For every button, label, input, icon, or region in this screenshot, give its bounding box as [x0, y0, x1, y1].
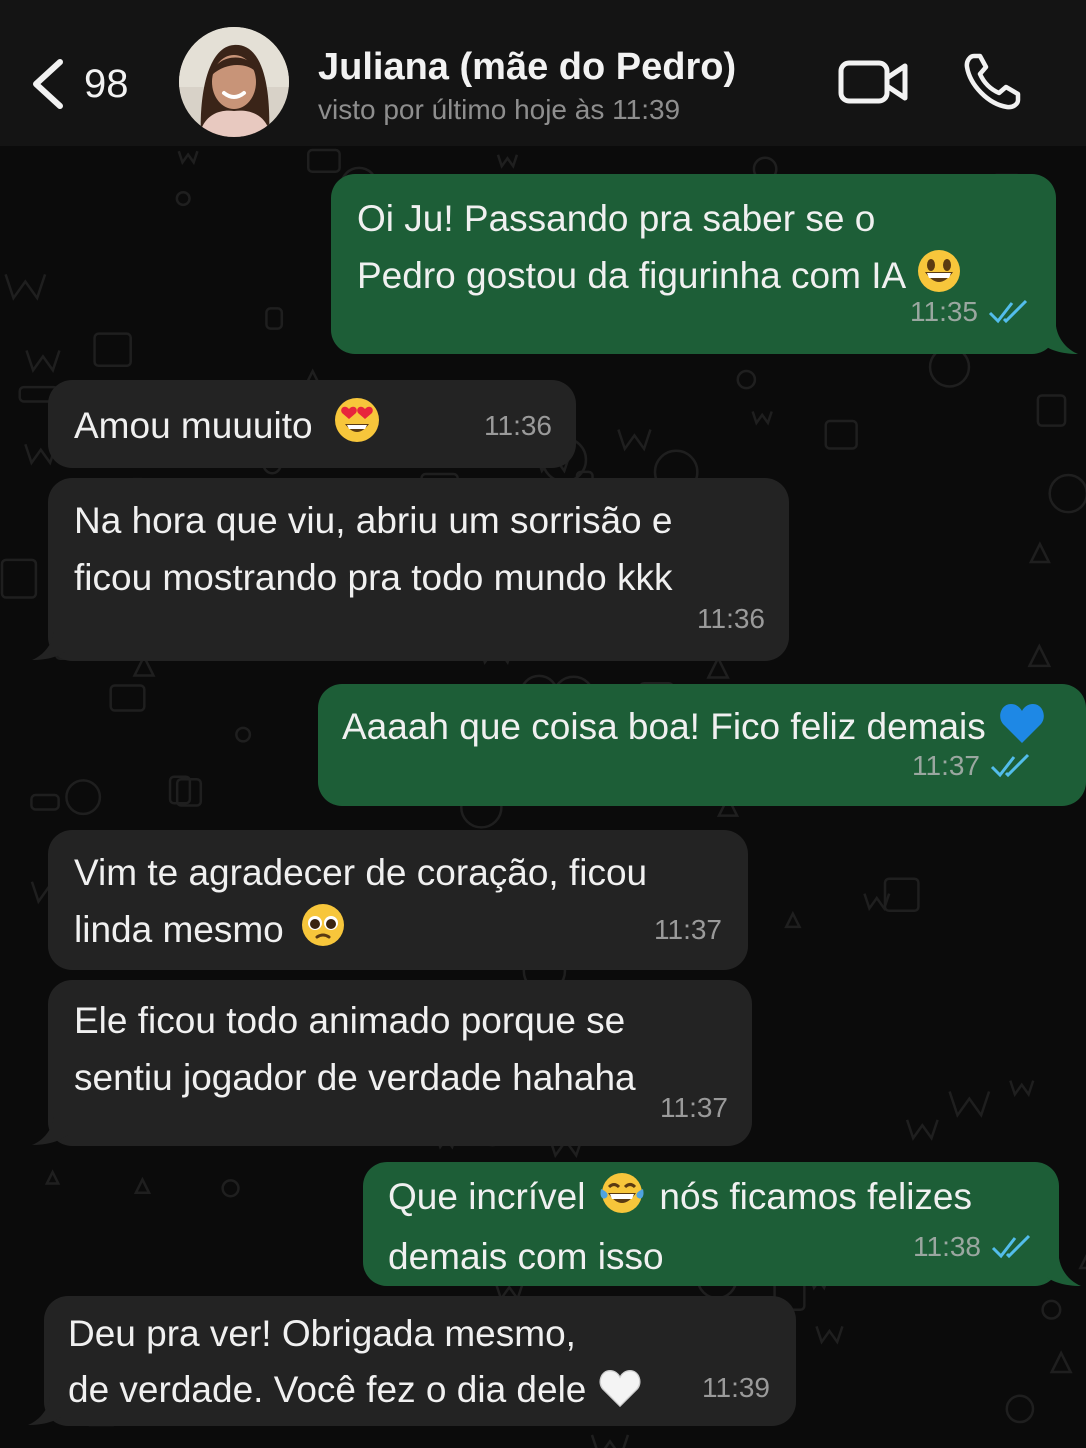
- bubble-tail: [1040, 326, 1078, 354]
- wallpaper-doodle: [30, 793, 60, 811]
- message-text: Na hora que viu, abriu um sorrisão e fic…: [74, 500, 673, 598]
- wallpaper-doodle: [784, 910, 802, 929]
- wallpaper-doodle: [751, 411, 773, 426]
- message-meta: 11:36: [697, 590, 765, 647]
- chevron-left-icon: [33, 59, 63, 109]
- message-incoming[interactable]: Amou muuuito 11:36: [48, 380, 576, 468]
- message-meta: 11:39: [702, 1360, 770, 1416]
- voice-call-button[interactable]: [962, 52, 1022, 112]
- wallpaper-doodle: [815, 1325, 844, 1345]
- message-text: Amou muuuito: [74, 405, 313, 446]
- white-heart-emoji: [598, 1368, 642, 1424]
- message-time: 11:38: [913, 1231, 981, 1262]
- wallpaper-doodle: [4, 274, 47, 301]
- message-text: Que incrível: [388, 1176, 586, 1217]
- heart-eyes-emoji: [333, 396, 381, 460]
- video-call-button[interactable]: [838, 56, 910, 108]
- wallpaper-doodle: [824, 419, 858, 450]
- wallpaper-doodle: [175, 190, 191, 207]
- wallpaper-doodle: [65, 779, 102, 816]
- wallpaper-doodle: [1048, 473, 1086, 514]
- message-text: Vim te agradecer de coração, ficou linda…: [74, 852, 648, 950]
- wallpaper-doodle: [1005, 1394, 1035, 1424]
- message-time: 11:37: [912, 750, 980, 781]
- back-button[interactable]: 98: [30, 52, 150, 116]
- chat-header: 98 Juliana (mãe do Pedro) visto por últi…: [0, 0, 1086, 146]
- message-meta: 11:37: [660, 1079, 728, 1136]
- wallpaper-doodle: [44, 1169, 61, 1185]
- wallpaper-doodle: [177, 150, 199, 166]
- tears-of-joy-emoji: [599, 1171, 645, 1230]
- message-time: 11:35: [910, 296, 978, 327]
- wallpaper-doodle: [235, 726, 252, 743]
- message-text: Aaaah que coisa boa! Fico feliz demais: [342, 706, 986, 747]
- unread-count: 98: [84, 61, 129, 106]
- message-outgoing[interactable]: Que incrível nós ficamos felizes demais …: [363, 1162, 1059, 1286]
- bubble-tail: [32, 632, 70, 660]
- wallpaper-doodle: [590, 1434, 630, 1448]
- video-camera-icon: [838, 60, 908, 104]
- wallpaper-doodle: [221, 1179, 240, 1198]
- message-time: 11:36: [484, 410, 552, 441]
- message-text: Deu pra ver! Obrigada mesmo, de verdade.…: [68, 1313, 587, 1410]
- message-time: 11:37: [654, 914, 722, 945]
- bubble-tail: [32, 1117, 70, 1145]
- message-outgoing[interactable]: Oi Ju! Passando pra saber se o Pedro gos…: [331, 174, 1056, 354]
- contact-name[interactable]: Juliana (mãe do Pedro): [318, 46, 736, 89]
- message-meta: 11:35: [910, 283, 1030, 340]
- message-incoming[interactable]: Vim te agradecer de coração, ficou linda…: [48, 830, 748, 970]
- bubble-tail: [28, 1397, 66, 1425]
- wallpaper-doodle: [905, 1119, 939, 1141]
- message-incoming[interactable]: Na hora que viu, abriu um sorrisão e fic…: [48, 478, 789, 661]
- message-meta: 11:38: [913, 1220, 1033, 1274]
- wallpaper-doodle: [109, 684, 146, 712]
- message-time: 11:39: [702, 1372, 770, 1403]
- wallpaper-doodle: [306, 148, 341, 173]
- wallpaper-doodle: [1036, 394, 1067, 427]
- phone-icon: [964, 53, 1021, 110]
- message-outgoing[interactable]: Aaaah que coisa boa! Fico feliz demais 1…: [318, 684, 1086, 806]
- wallpaper-doodle: [168, 775, 192, 805]
- last-seen-status: visto por último hoje às 11:39: [318, 94, 681, 125]
- wallpaper-doodle: [25, 350, 61, 373]
- wallpaper-doodle: [265, 307, 284, 330]
- read-receipt-icon: [990, 753, 1030, 777]
- wallpaper-doodle: [1009, 1080, 1035, 1098]
- message-text: Oi Ju! Passando pra saber se o Pedro gos…: [357, 198, 907, 296]
- avatar[interactable]: [179, 27, 289, 137]
- message-incoming[interactable]: Deu pra ver! Obrigada mesmo, de verdade.…: [44, 1296, 796, 1426]
- wallpaper-doodle: [1028, 541, 1051, 564]
- wallpaper-doodle: [617, 429, 652, 452]
- message-text: Ele ficou todo animado porque se sentiu …: [74, 1000, 636, 1098]
- message-meta: 11:37: [912, 737, 1032, 794]
- read-receipt-icon: [991, 1234, 1031, 1259]
- message-incoming[interactable]: Ele ficou todo animado porque se sentiu …: [48, 980, 752, 1146]
- message-time: 11:37: [660, 1092, 728, 1123]
- wallpaper-doodle: [133, 1176, 152, 1195]
- wallpaper-doodle: [1049, 1350, 1073, 1374]
- message-meta: 11:37: [654, 901, 722, 958]
- message-time: 11:36: [697, 603, 765, 634]
- read-receipt-icon: [988, 299, 1028, 323]
- bubble-tail: [1043, 1258, 1081, 1286]
- wallpaper-doodle: [0, 558, 38, 599]
- wallpaper-doodle: [93, 332, 132, 368]
- wallpaper-doodle: [1027, 643, 1052, 668]
- wallpaper-doodle: [496, 154, 519, 169]
- pleading-face-emoji: [300, 902, 346, 964]
- message-meta: 11:36: [484, 397, 552, 454]
- wallpaper-doodle: [948, 1091, 991, 1118]
- wallpaper-doodle: [1041, 1299, 1062, 1320]
- wallpaper-doodle: [736, 369, 757, 390]
